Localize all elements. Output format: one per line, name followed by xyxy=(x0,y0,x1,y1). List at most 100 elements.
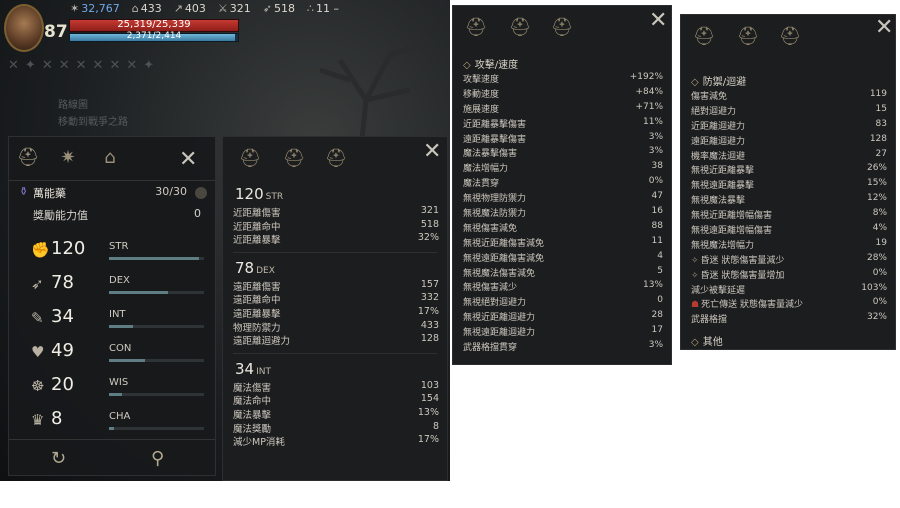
stat-label: 魔法暴擊 xyxy=(233,409,272,421)
stat-progress-bar xyxy=(109,325,204,328)
stat-label: 遠距離迴避力 xyxy=(691,136,746,147)
cha-icon: ♛ xyxy=(31,411,45,429)
stat-row: 施展速度 +71% xyxy=(463,102,663,117)
stat-value: 83 xyxy=(875,118,887,129)
stat-value: 32% xyxy=(866,312,887,323)
stat-row: 無視絕對迴避力 0 xyxy=(463,295,663,310)
helmet-icon: ⌂ xyxy=(131,2,139,15)
stat-row: 移動速度 +84% xyxy=(463,87,663,102)
hud-stat: ✶ 32,767 xyxy=(70,2,120,15)
buff-icon[interactable]: ✕ xyxy=(76,58,87,74)
stat-value: 154 xyxy=(420,393,439,405)
helmet-tab-icon[interactable]: ⛑ xyxy=(463,15,489,41)
close-icon[interactable]: ✕ xyxy=(875,17,893,39)
helmet-gear-tab-icon[interactable]: ⛑ xyxy=(323,146,349,172)
stat-label: 絕對迴避力 xyxy=(691,106,737,117)
stat-value: 38 xyxy=(651,161,663,172)
stat-row-str[interactable]: ✊ 120 STR xyxy=(9,235,215,269)
house-tab-icon[interactable]: ⌂ xyxy=(97,145,123,171)
stat-label: 魔法命中 xyxy=(233,396,272,408)
stat-row: 遠距離暴擊 17% xyxy=(233,306,439,320)
stat-row: 魔法貫穿 0% xyxy=(463,176,663,191)
buff-icon[interactable]: ✕ xyxy=(109,58,120,74)
reset-icon[interactable]: ↻ xyxy=(51,448,66,469)
stat-value: 13% xyxy=(642,280,663,291)
game-scene: 87 ✶ 32,767 ⌂ 433 ↗ 403 ⚔ 321 ➶ 518 ∴ 11 – 25,319/2… xyxy=(0,0,450,481)
stat-value: 332 xyxy=(420,292,439,304)
stat-group-value: 34 xyxy=(235,359,255,378)
stat-value: +192% xyxy=(629,72,663,82)
stat-value: 4 xyxy=(657,250,663,261)
stat-row: 減少MP消耗 17% xyxy=(233,434,439,448)
buff-icon[interactable]: ✦ xyxy=(25,58,36,74)
buff-icon[interactable]: ✕ xyxy=(126,58,137,74)
stat-group-title: 34 INT xyxy=(223,358,447,380)
quest-title[interactable]: 路線圖 xyxy=(58,96,88,111)
stat-value: 78 xyxy=(51,272,74,293)
stat-label: 魔法暴擊傷害 xyxy=(463,149,518,160)
stat-row: 無視魔法增幅力 19 xyxy=(691,238,887,253)
stat-row: 魔法命中 154 xyxy=(233,393,439,407)
stat-row-int[interactable]: ✎ 34 INT xyxy=(9,303,215,337)
stat-row: 近距離傷害 321 xyxy=(233,205,439,219)
stat-group-rows: 魔法傷害 103 魔法命中 154 魔法暴擊 13% 魔法獎勵 8 減少MP消耗 17% xyxy=(223,380,447,448)
top-stat-bar: ✶ 32,767 ⌂ 433 ↗ 403 ⚔ 321 ➶ 518 ∴ 11 – xyxy=(70,2,339,15)
stat-value: 19 xyxy=(875,237,887,248)
buff-icon[interactable]: ✦ xyxy=(143,58,154,74)
buff-icon[interactable]: ✕ xyxy=(8,58,19,74)
stat-row-con[interactable]: ♥ 49 CON xyxy=(9,337,215,371)
helmet-plus-tab-icon[interactable]: ⛑ xyxy=(507,15,533,41)
stat-row: 魔法暴擊 13% xyxy=(233,407,439,421)
stat-row: 武器格擋 32% xyxy=(691,312,887,327)
helmet-tab-icon[interactable]: ⛑ xyxy=(691,24,717,50)
helmet-plus-tab-icon[interactable]: ⛑ xyxy=(735,24,761,50)
stat-row-wis[interactable]: ☸ 20 WIS xyxy=(9,371,215,405)
reward-label: 獎勵能力值 xyxy=(33,209,88,222)
helmet-plus-tab-icon[interactable]: ⛑ xyxy=(281,146,307,172)
stat-label: 無視傷害減少 xyxy=(463,283,518,294)
star-tab-icon[interactable]: ✷ xyxy=(55,145,81,171)
buff-icon[interactable]: ✕ xyxy=(93,58,104,74)
helmet-gear-tab-icon[interactable]: ⛑ xyxy=(549,15,575,41)
helmet-gear-tab-icon[interactable]: ⛑ xyxy=(777,24,803,50)
stat-row: 無視傷害減免 88 xyxy=(463,221,663,236)
stat-value: 8 xyxy=(432,420,439,432)
stat-row-dex[interactable]: ➶ 78 DEX xyxy=(9,269,215,303)
helmet-tab-icon[interactable]: ⛑ xyxy=(15,145,41,171)
stat-label: 無視傷害減免 xyxy=(463,223,518,234)
stat-progress-bar xyxy=(109,291,204,294)
party-icon: ∴ xyxy=(307,2,315,15)
attack-speed-panel: ⛑ ⛑ ⛑ ✕ ◇ 攻擊/速度 攻擊速度 +192% 移動速度 +84% 施展速度 +71%… xyxy=(452,5,672,365)
stat-value: 88 xyxy=(651,220,663,231)
stat-value: 128 xyxy=(420,333,439,345)
reward-value: 0 xyxy=(194,207,201,220)
stat-row-cha[interactable]: ♛ 8 CHA xyxy=(9,405,215,439)
close-icon[interactable]: ✕ xyxy=(179,149,197,171)
buff-icon[interactable]: ✕ xyxy=(59,58,70,74)
stat-label: 機率魔法迴避 xyxy=(691,151,746,162)
stat-row: 無視近距離傷害減免 11 xyxy=(463,236,663,251)
stat-group-unit: DEX xyxy=(256,265,275,276)
stat-row: 傷害減免 119 xyxy=(691,89,887,104)
stat-label: 無視絕對迴避力 xyxy=(463,298,527,309)
close-icon[interactable]: ✕ xyxy=(423,141,441,163)
stat-name: INT xyxy=(109,309,126,320)
stat-row: 無視物理防禦力 47 xyxy=(463,191,663,206)
stat-row: 魔法獎勵 8 xyxy=(233,421,439,435)
feather-icon: ✶ xyxy=(70,2,80,15)
stat-value: 8% xyxy=(872,208,887,219)
quest-objective[interactable]: 移動到戰爭之路 xyxy=(58,113,128,128)
buff-icon[interactable]: ✕ xyxy=(42,58,53,74)
stat-value: 28% xyxy=(866,252,887,263)
player-avatar[interactable] xyxy=(4,4,44,52)
stat-value: 0% xyxy=(872,267,887,278)
info-icon[interactable] xyxy=(195,187,207,199)
stat-value: 20 xyxy=(51,374,74,395)
close-icon[interactable]: ✕ xyxy=(649,10,667,32)
stat-row: 減少被擊延遲 103% xyxy=(691,283,887,298)
stat-row: 無視近距離增幅傷害 8% xyxy=(691,208,887,223)
stat-label: 武器格擋貫穿 xyxy=(463,343,518,354)
player-hud: 87 ✶ 32,767 ⌂ 433 ↗ 403 ⚔ 321 ➶ 518 ∴ 11 – 25,319/2… xyxy=(0,0,450,60)
search-icon[interactable]: ⚲ xyxy=(151,448,164,469)
helmet-tab-icon[interactable]: ⛑ xyxy=(237,146,263,172)
